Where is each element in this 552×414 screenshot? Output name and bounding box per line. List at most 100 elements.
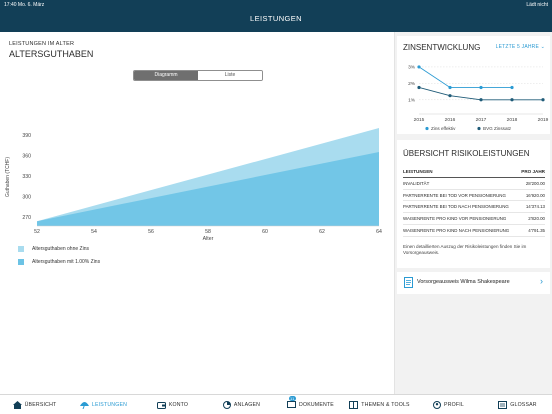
legend-label: BVG Zinssatz [483,126,512,131]
segment-list[interactable]: Liste [198,71,262,80]
section-eyebrow: LEISTUNGEN IM ALTER [9,41,75,47]
risk-footnote: Einen detaillierten Auszug der Risikolei… [403,244,527,255]
legend-label: Altersguthaben mit 1.00% Zins [32,258,101,265]
table-row: PARTNERRENTE BEI TOD VOR PENSIONIERUNG 16… [403,190,545,202]
series-line [418,87,543,101]
x-tick-label: 2017 [476,117,487,123]
y-tick-label: 330 [22,174,31,180]
legend-marker [425,126,429,131]
table-row: WAISENRENTE PRO KIND VOR PENSIONIERUNG 2'… [403,213,545,225]
tab-konto[interactable]: KONTO [138,395,207,414]
row-label: PARTNERRENTE BEI TOD VOR PENSIONIERUNG [403,192,506,198]
row-label: WAISENRENTE PRO KIND NACH PENSIONIERUNG [403,227,510,233]
y-tick-label: 300 [22,195,31,201]
nav-header: 17:40 Mo. 6. März Lädt nicht LEISTUNGEN [0,0,552,32]
legend-swatch [18,258,24,265]
main-panel: LEISTUNGEN IM ALTER ALTERSGUTHABEN Diagr… [0,32,394,394]
zins-chart: 3% 2% 1% 2015 2016 2017 2018 2019 Zins effektiv B… [408,65,549,131]
user-icon [433,400,442,409]
x-tick-label: 62 [319,229,325,235]
row-value: 16'920.00 [525,192,545,198]
data-point [417,65,421,69]
legend-label: Altersguthaben ohne Zins [32,245,89,252]
row-value: 4'791.35 [528,227,545,233]
chart-legend: Altersguthaben ohne Zins Altersguthaben … [18,242,100,268]
status-bar: 17:40 Mo. 6. März Lädt nicht [4,2,548,10]
header-pro-jahr: PRO JAHR [521,169,545,174]
x-tick-label: 64 [376,229,382,235]
table-row: PARTNERRENTE BEI TOD NACH PENSIONIERUNG 1… [403,201,545,214]
data-point [479,85,483,90]
x-tick-label: 2016 [445,117,456,123]
tab-dokumente[interactable]: 11 DOKUMENTE [276,395,345,414]
y-tick-label: 270 [22,215,31,221]
series-line [418,66,512,88]
legend-marker [477,126,481,131]
data-point [448,94,452,98]
data-point [417,85,421,90]
table-row: WAISENRENTE PRO KIND NACH PENSIONIERUNG 4… [403,225,545,237]
x-tick-label: 58 [205,229,211,235]
segment-diagram[interactable]: Diagramm [134,71,198,80]
y-tick-label: 360 [22,153,31,159]
umbrella-icon [79,401,89,409]
data-point [541,98,545,102]
side-panel: ZINSENTWICKLUNG LETZTE 5 JAHRE ⌄ 3% 2% 1% 2… [395,32,552,394]
tab-label: THEMEN & TOOLS [361,401,410,408]
row-label: WAISENRENTE PRO KIND VOR PENSIONIERUNG [403,216,507,222]
tab-label: KONTO [168,401,189,408]
tab-glossar[interactable]: GLOSSAR [483,395,552,414]
home-icon [12,400,22,409]
data-point [479,98,483,102]
tab-anlagen[interactable]: ANLAGEN [207,395,276,414]
tab-label: GLOSSAR [510,401,537,408]
header-leistungen: LEISTUNGEN [403,169,433,174]
legend-item: Altersguthaben ohne Zins [18,242,100,255]
row-value: 2'820.00 [528,216,545,222]
pie-chart-icon [222,400,231,409]
chevron-right-icon: › [540,276,543,286]
tab-uebersicht[interactable]: ÜBERSICHT [0,395,69,414]
page-title: LEISTUNGEN [250,14,302,23]
data-point [510,98,514,102]
tab-label: ÜBERSICHT [24,401,57,408]
y-tick-label: 1% [408,98,416,104]
document-icon [404,277,413,288]
tab-profil[interactable]: PROFIL [414,395,483,414]
y-tick-label: 2% [408,81,416,87]
tab-label: ANLAGEN [233,401,261,408]
tab-themen-tools[interactable]: THEMEN & TOOLS [345,395,414,414]
y-axis-label: Guthaben (TCHF) [5,157,11,197]
x-axis-label: Alter [203,236,214,242]
tab-leistungen[interactable]: LEISTUNGEN [69,395,138,414]
status-battery: Lädt nicht [526,2,548,8]
section-title: ALTERSGUTHABEN [9,49,94,59]
x-tick-label: 54 [91,229,97,235]
tab-label: DOKUMENTE [299,401,334,408]
zins-card: ZINSENTWICKLUNG LETZTE 5 JAHRE ⌄ 3% 2% 1% 2… [397,36,550,134]
document-link[interactable]: Vorsorgeausweis Wilma Shakespeare › [397,272,550,294]
legend-swatch [18,245,24,252]
x-tick-label: 60 [262,229,268,235]
row-value: 28'200.00 [525,180,545,186]
data-point [448,85,452,90]
folder-icon-wrap: 11 [287,395,297,410]
x-tick-label: 2018 [507,117,518,123]
legend-item: Altersguthaben mit 1.00% Zins [18,255,100,268]
x-tick-label: 56 [148,229,154,235]
area-series [37,151,379,226]
row-label: PARTNERRENTE BEI TOD NACH PENSIONIERUNG [403,204,509,210]
table-row: INVALIDITÄT 28'200.00 [403,178,545,190]
tab-label: LEISTUNGEN [91,401,128,408]
legend-label: Zins effektiv [431,126,456,131]
y-tick-label: 3% [408,65,416,71]
risk-table: LEISTUNGEN PRO JAHR INVALIDITÄT 28'200.00… [403,166,545,237]
document-label: Vorsorgeausweis Wilma Shakespeare [417,279,510,285]
folder-icon [287,400,297,408]
tab-label: PROFIL [444,401,464,408]
risk-card: ÜBERSICHT RISIKOLEISTUNGEN LEISTUNGEN PR… [397,140,550,268]
y-tick-label: 390 [22,133,31,139]
notification-badge: 11 [289,395,296,401]
table-header: LEISTUNGEN PRO JAHR [403,166,545,178]
tab-bar: ÜBERSICHT LEISTUNGEN KONTO ANLAGEN 11 DO… [0,394,552,414]
